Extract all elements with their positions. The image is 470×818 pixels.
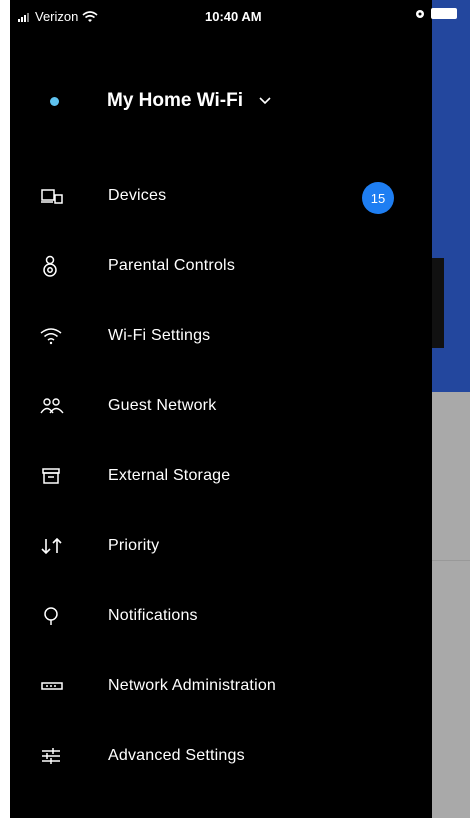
carrier-name: Verizon (35, 9, 79, 24)
status-bar: Verizon 10:40 AM (0, 0, 470, 34)
parental-controls-icon (40, 254, 80, 278)
menu-label-parental-controls: Parental Controls (108, 257, 236, 274)
wifi-status-icon (82, 10, 98, 23)
battery-icon (431, 8, 457, 19)
menu-label-external-storage: External Storage (108, 467, 231, 484)
wifi-icon (40, 324, 80, 348)
devices-icon (40, 184, 80, 208)
priority-icon (40, 534, 80, 558)
network-status-dot (50, 96, 59, 106)
menu-label-advanced-settings: Advanced Settings (108, 747, 245, 764)
menu-label-devices: Devices (108, 187, 167, 204)
notifications-icon (40, 604, 80, 628)
external-storage-icon (40, 464, 80, 488)
menu-item-guest-network[interactable]: Guest Network (40, 381, 432, 431)
help-icon (40, 814, 80, 818)
menu-item-devices[interactable]: Devices 15 (40, 171, 432, 221)
menu-item-priority[interactable]: Priority (40, 521, 432, 571)
menu-item-parental-controls[interactable]: Parental Controls (40, 241, 432, 291)
menu-label-priority: Priority (108, 537, 160, 554)
app-screen: My Home Wi-Fi Devices 15 Parental Contro… (0, 0, 470, 818)
chevron-down-icon (259, 97, 271, 105)
menu-label-network-administration: Network Administration (108, 677, 277, 694)
menu-label-wifi-settings: Wi-Fi Settings (108, 327, 211, 344)
underlying-divider (432, 560, 470, 561)
status-left: Verizon (18, 9, 98, 24)
menu-item-wifi-settings[interactable]: Wi-Fi Settings (40, 311, 432, 361)
devices-count-badge: 15 (362, 182, 394, 214)
menu-label-notifications: Notifications (108, 607, 198, 624)
navigation-drawer: My Home Wi-Fi Devices 15 Parental Contro… (10, 0, 432, 818)
menu-item-notifications[interactable]: Notifications (40, 591, 432, 641)
network-name: My Home Wi-Fi (107, 90, 243, 111)
menu-item-network-administration[interactable]: Network Administration (40, 661, 432, 711)
underlying-app-peek[interactable] (432, 0, 470, 818)
underlying-image (432, 258, 444, 348)
menu-label-guest-network: Guest Network (108, 397, 217, 414)
router-icon (40, 674, 80, 698)
network-selector[interactable]: My Home Wi-Fi (50, 90, 271, 112)
menu-item-advanced-settings[interactable]: Advanced Settings (40, 731, 432, 781)
alarm-icon (415, 9, 425, 19)
status-time: 10:40 AM (205, 9, 262, 24)
status-right (415, 8, 457, 19)
guest-network-icon (40, 394, 80, 418)
sliders-icon (40, 744, 80, 768)
signal-strength-icon (18, 12, 29, 22)
menu-item-external-storage[interactable]: External Storage (40, 451, 432, 501)
menu-item-partial[interactable] (40, 801, 432, 818)
